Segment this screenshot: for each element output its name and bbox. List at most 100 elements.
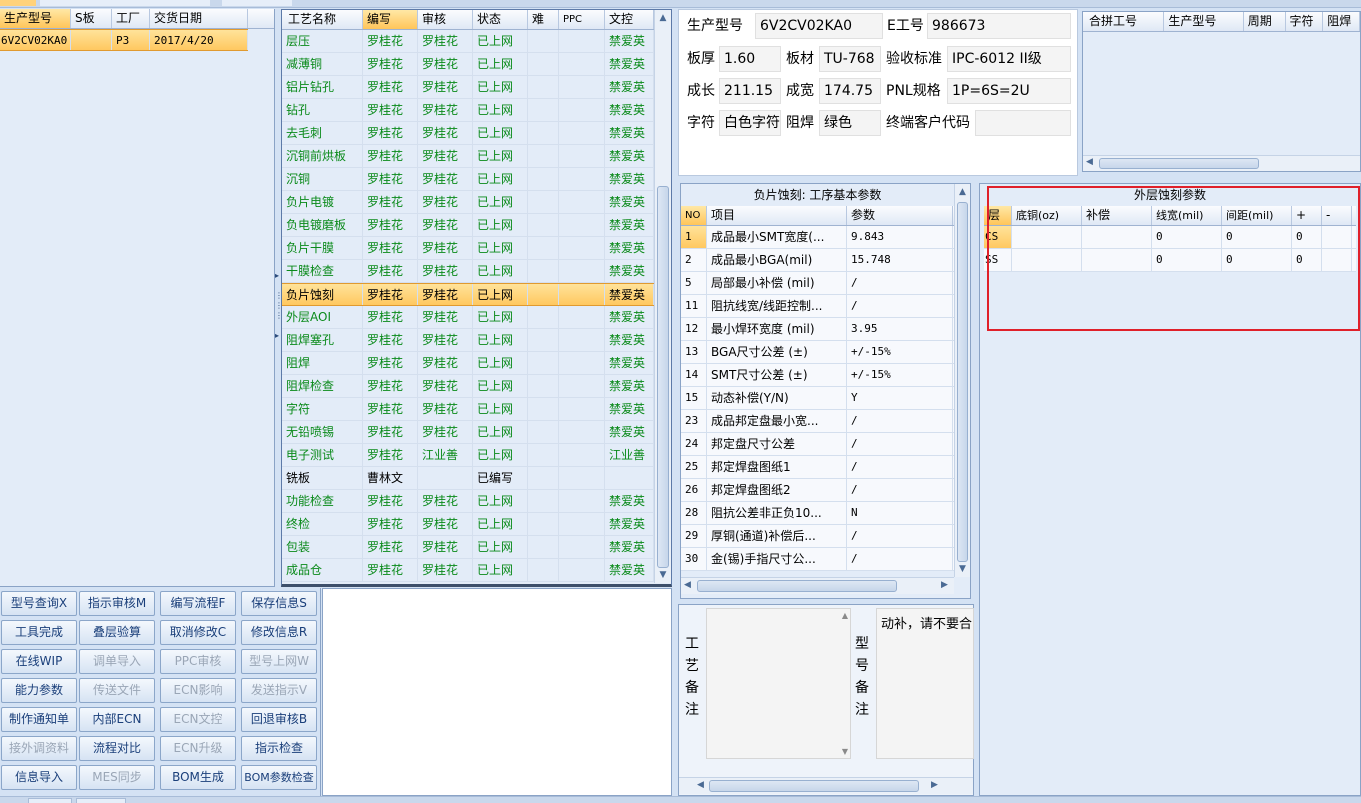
action-button[interactable]: 型号上网W	[241, 649, 317, 674]
standard-field[interactable]: IPC-6012 II级	[947, 46, 1071, 72]
table-row[interactable]: 30 金(锡)手指尺寸公... /	[681, 548, 954, 571]
action-button[interactable]: 流程对比	[79, 736, 155, 761]
params-vscroll[interactable]: ▲ ▼	[954, 184, 970, 577]
action-button[interactable]: ECN文控	[160, 707, 236, 732]
table-row[interactable]: 无铅喷锡 罗桂花 罗桂花 已上网 禁爱英	[282, 421, 654, 444]
scroll-down-icon[interactable]: ▼	[842, 747, 848, 756]
param-cell[interactable]: 9.843	[847, 226, 953, 248]
table-row[interactable]: 25 邦定焊盘图纸1/	[681, 456, 954, 479]
table-row[interactable]: 减薄铜 罗桂花 罗桂花 已上网 禁爱英	[282, 53, 654, 76]
action-button[interactable]: 调单导入	[79, 649, 155, 674]
scroll-thumb[interactable]	[697, 580, 897, 592]
action-button[interactable]: 指示审核M	[79, 591, 155, 616]
table-row[interactable]: 14 SMT尺寸公差 (±) +/-15%	[681, 364, 954, 387]
action-button[interactable]: 型号查询X	[1, 591, 77, 616]
model-field[interactable]: 6V2CV02KA0	[755, 13, 883, 39]
col-doc-control[interactable]: 文控	[605, 10, 654, 29]
scroll-thumb[interactable]	[657, 186, 669, 568]
action-button[interactable]: 回退审核B	[241, 707, 317, 732]
model-note-field[interactable]: 动补，请不要合	[876, 608, 974, 759]
table-row[interactable]: 铣板 曹林文 已编写	[282, 467, 654, 490]
table-row[interactable]: 26 邦定焊盘图纸2/	[681, 479, 954, 502]
param-cell[interactable]: +/-15%	[847, 364, 953, 386]
action-button[interactable]: 发送指示V	[241, 678, 317, 703]
action-button[interactable]: 内部ECN	[79, 707, 155, 732]
param-cell[interactable]: Y	[847, 387, 953, 409]
col-process-name[interactable]: 工艺名称	[282, 10, 363, 29]
length-field[interactable]: 211.15	[719, 78, 781, 104]
col-merge-char[interactable]: 字符	[1286, 12, 1324, 31]
col-reviewer[interactable]: 审核	[418, 10, 473, 29]
table-row[interactable]: 1 成品最小SMT宽度(... 9.843	[681, 226, 954, 249]
process-note-field[interactable]: ▲ ▼	[706, 608, 851, 759]
action-button[interactable]: 取消修改C	[160, 620, 236, 645]
status-tab-2[interactable]	[76, 798, 126, 803]
tab-inactive[interactable]	[40, 0, 210, 6]
table-row[interactable]: 干膜检查 罗桂花 罗桂花 已上网 禁爱英	[282, 260, 654, 283]
table-row[interactable]: 负片电镀 罗桂花 罗桂花 已上网 禁爱英	[282, 191, 654, 214]
table-row[interactable]: 6V2CV02KA0 P3 2017/4/20	[0, 29, 248, 51]
merge-hscroll[interactable]: ◀	[1083, 155, 1360, 171]
action-button[interactable]: MES同步	[79, 765, 155, 790]
mask-field[interactable]: 绿色	[819, 110, 881, 136]
scroll-up-icon[interactable]: ▲	[955, 184, 970, 200]
width-field[interactable]: 174.75	[819, 78, 881, 104]
scroll-right-icon[interactable]: ▶	[941, 580, 948, 590]
action-button[interactable]: 能力参数	[1, 678, 77, 703]
table-row[interactable]: 阻焊塞孔 罗桂花 罗桂花 已上网 禁爱英	[282, 329, 654, 352]
action-button[interactable]: PPC审核	[160, 649, 236, 674]
table-row[interactable]: 2 成品最小BGA(mil) 15.748	[681, 249, 954, 272]
table-row[interactable]: 沉铜前烘板 罗桂花 罗桂花 已上网 禁爱英	[282, 145, 654, 168]
param-cell[interactable]: /	[847, 433, 953, 455]
col-status[interactable]: 状态	[473, 10, 528, 29]
param-cell[interactable]: 3.95	[847, 318, 953, 340]
col-delivery[interactable]: 交货日期	[150, 9, 248, 28]
table-row[interactable]: 去毛刺 罗桂花 罗桂花 已上网 禁爱英	[282, 122, 654, 145]
col-param[interactable]: 参数	[847, 206, 953, 225]
table-row[interactable]: 负电镀磨板 罗桂花 罗桂花 已上网 禁爱英	[282, 214, 654, 237]
col-ppc[interactable]: PPC	[559, 10, 605, 29]
table-row[interactable]: 沉铜 罗桂花 罗桂花 已上网 禁爱英	[282, 168, 654, 191]
pnl-field[interactable]: 1P=6S=2U	[947, 78, 1071, 104]
params-hscroll[interactable]: ◀ ▶	[681, 577, 954, 594]
action-button[interactable]: ECN升级	[160, 736, 236, 761]
char-field[interactable]: 白色字符	[719, 110, 781, 136]
col-item[interactable]: 项目	[707, 206, 847, 225]
material-field[interactable]: TU-768	[819, 46, 881, 72]
action-button[interactable]: 修改信息R	[241, 620, 317, 645]
table-row[interactable]: 24 邦定盘尺寸公差 /	[681, 433, 954, 456]
action-button[interactable]: 信息导入	[1, 765, 77, 790]
param-cell[interactable]: /	[847, 548, 953, 570]
table-row[interactable]: 12 最小焊环宽度 (mil) 3.95	[681, 318, 954, 341]
table-row[interactable]: 铝片钻孔 罗桂花 罗桂花 已上网 禁爱英	[282, 76, 654, 99]
scroll-up-icon[interactable]: ▲	[842, 611, 848, 620]
col-model[interactable]: 生产型号	[0, 9, 71, 28]
col-merge-no[interactable]: 合拼工号	[1083, 12, 1165, 31]
action-button[interactable]: 接外调资料	[1, 736, 77, 761]
action-button[interactable]: 在线WIP	[1, 649, 77, 674]
param-cell[interactable]: /	[847, 410, 953, 432]
param-cell[interactable]: /	[847, 525, 953, 547]
thickness-field[interactable]: 1.60	[719, 46, 781, 72]
table-row[interactable]: 包装 罗桂花 罗桂花 已上网 禁爱英	[282, 536, 654, 559]
param-cell[interactable]: +/-15%	[847, 341, 953, 363]
table-row[interactable]: 钻孔 罗桂花 罗桂花 已上网 禁爱英	[282, 99, 654, 122]
scroll-thumb[interactable]	[1099, 158, 1259, 169]
table-row[interactable]: 功能检查 罗桂花 罗桂花 已上网 禁爱英	[282, 490, 654, 513]
col-no[interactable]: NO	[681, 206, 707, 225]
table-row[interactable]: 23 成品邦定盘最小宽... /	[681, 410, 954, 433]
notes-hscroll[interactable]: ◀ ▶	[679, 777, 973, 794]
status-tab[interactable]	[28, 798, 72, 803]
action-button[interactable]: BOM参数检查	[241, 765, 317, 790]
scroll-left-icon[interactable]: ◀	[684, 580, 691, 590]
col-merge-model[interactable]: 生产型号	[1164, 12, 1244, 31]
col-merge-cycle[interactable]: 周期	[1244, 12, 1286, 31]
process-vscroll[interactable]: ▲ ▼	[654, 10, 671, 583]
scroll-thumb[interactable]	[709, 780, 919, 792]
param-cell[interactable]: N	[847, 502, 953, 524]
table-row[interactable]: 负片干膜 罗桂花 罗桂花 已上网 禁爱英	[282, 237, 654, 260]
customer-field[interactable]	[975, 110, 1071, 136]
table-row[interactable]: 负片蚀刻 罗桂花 罗桂花 已上网 禁爱英	[282, 283, 654, 306]
tab-active[interactable]	[0, 0, 36, 6]
action-button[interactable]: 保存信息S	[241, 591, 317, 616]
